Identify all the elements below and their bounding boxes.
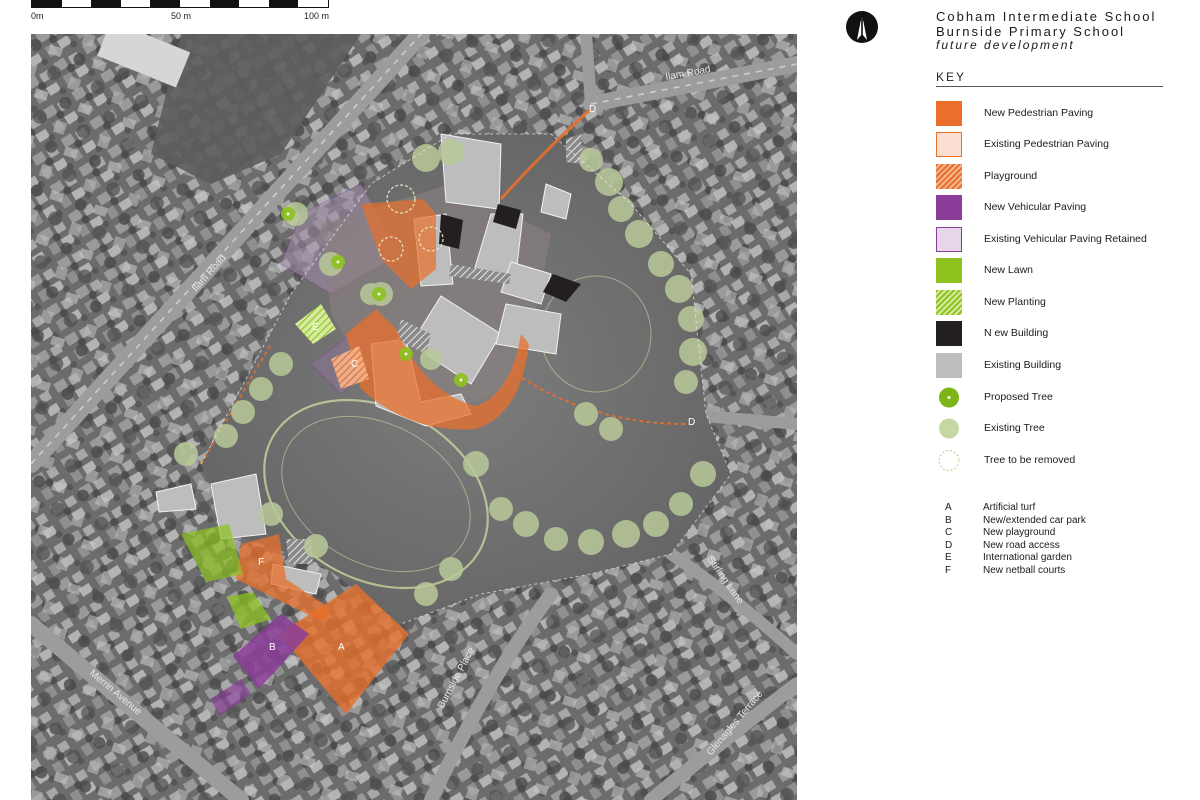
title-school-2: Burnside Primary School: [936, 24, 1126, 39]
north-arrow-icon: N: [845, 10, 879, 44]
zone-label-b: B: [269, 642, 276, 653]
legend-item-new-planting: New Planting: [936, 290, 1176, 316]
scale-bar-graphic: [31, 0, 329, 8]
legend-item-new-building: N ew Building: [936, 321, 1176, 347]
zone-label-a: A: [338, 642, 345, 653]
tree-removed-icon: [938, 450, 960, 471]
legend-label: Playground: [984, 170, 1038, 182]
title-school-1: Cobham Intermediate School: [936, 9, 1157, 24]
legend-swatch: [936, 258, 962, 283]
zone-label-f: F: [258, 557, 264, 568]
scale-label-100: 100 m: [304, 11, 330, 21]
legend-swatch: [936, 195, 962, 220]
svg-text:N: N: [860, 17, 864, 23]
legend-swatch: [936, 101, 962, 126]
zone-label-d-top: D: [589, 104, 596, 115]
legend-item-existing-tree: Existing Tree: [936, 416, 1176, 442]
existing-tree-icon: [939, 418, 959, 439]
zone-label-e: E: [312, 322, 319, 333]
title-block: Cobham Intermediate School Burnside Prim…: [936, 9, 1186, 52]
legend-item-proposed-tree: Proposed Tree: [936, 385, 1176, 411]
scale-bar: 0m 50 m 100 m: [31, 0, 331, 26]
legend-swatch: [936, 321, 962, 346]
legend-swatch: [936, 132, 962, 157]
legend-swatch: [936, 164, 962, 189]
proposed-tree-icon: [939, 387, 959, 408]
site-plan-map: A B C D D E F Ilam Road Ilam Road Merrin…: [31, 34, 797, 800]
legend-label: N ew Building: [984, 327, 1049, 339]
key-heading: KEY: [936, 70, 1163, 87]
scale-label-0: 0m: [31, 11, 44, 21]
title-subtitle: future development: [936, 38, 1075, 52]
legend-item-existing-vehicular-paving: Existing Vehicular Paving Retained: [936, 227, 1176, 253]
legend-item-playground: Playground: [936, 164, 1176, 190]
legend-item-new-vehicular-paving: New Vehicular Paving: [936, 195, 1176, 221]
legend-label: New Pedestrian Paving: [984, 107, 1094, 119]
zone-label-d-east: D: [688, 417, 695, 428]
legend-label: Proposed Tree: [984, 391, 1053, 403]
legend-item-existing-building: Existing Building: [936, 353, 1176, 379]
legend-label: New Lawn: [984, 264, 1034, 276]
legend-item-new-pedestrian-paving: New Pedestrian Paving: [936, 101, 1176, 127]
legend-label: New Vehicular Paving: [984, 201, 1087, 213]
legend-label: New Planting: [984, 296, 1046, 308]
legend-item-tree-removed: Tree to be removed: [936, 448, 1176, 474]
legend-swatch: [936, 290, 962, 315]
legend-label: Tree to be removed: [984, 454, 1076, 466]
legend-label: Existing Building: [984, 359, 1062, 371]
legend-item-existing-pedestrian-paving: Existing Pedestrian Paving: [936, 132, 1176, 158]
legend-swatch: [936, 227, 962, 252]
legend-swatch: [936, 353, 962, 378]
legend-label: Existing Pedestrian Paving: [984, 138, 1109, 150]
zone-label-c: C: [351, 359, 358, 370]
legend-label: Existing Vehicular Paving Retained: [984, 233, 1147, 245]
scale-label-50: 50 m: [171, 11, 192, 21]
legend-item-new-lawn: New Lawn: [936, 258, 1176, 284]
legend-label: Existing Tree: [984, 422, 1045, 434]
